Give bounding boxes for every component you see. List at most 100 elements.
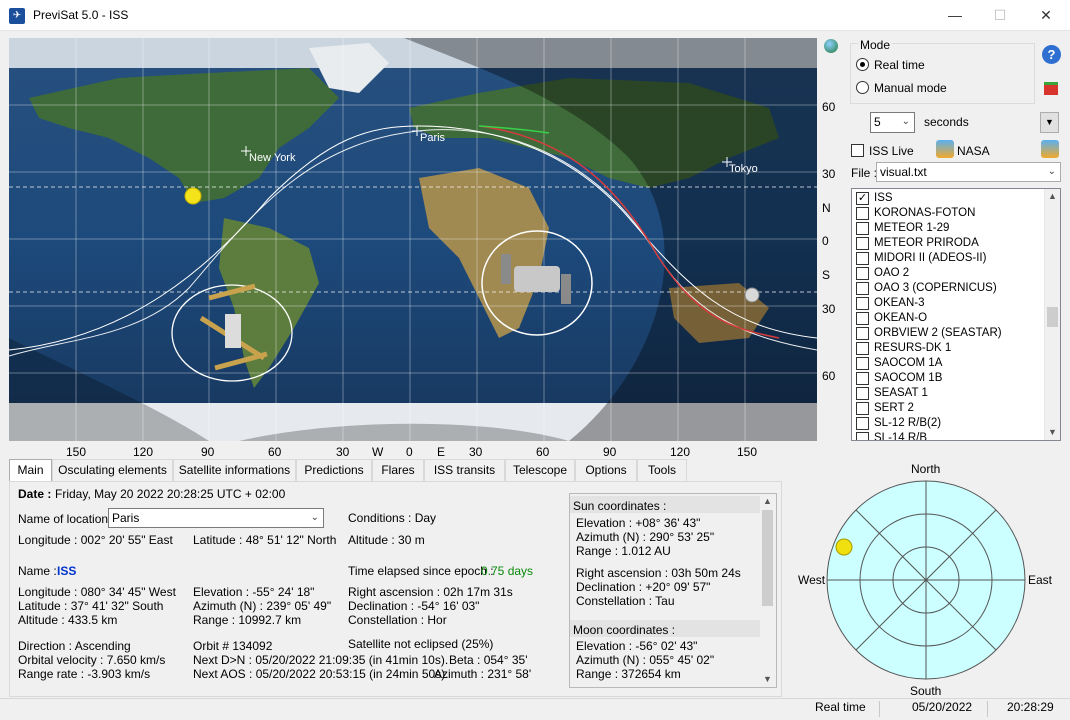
file-select[interactable]: visual.txt ⌄ xyxy=(876,162,1061,182)
satellite-constellation: Constellation : Hor xyxy=(348,613,447,627)
interval-value: 5 xyxy=(874,115,881,129)
checkbox[interactable] xyxy=(856,387,869,400)
coordinates-box[interactable]: Sun coordinates : Elevation : +08° 36' 4… xyxy=(569,493,777,688)
real-time-radio[interactable] xyxy=(856,58,869,71)
manual-mode-radio[interactable] xyxy=(856,81,869,94)
tab-flares[interactable]: Flares xyxy=(372,459,424,481)
moon-header: Moon coordinates : xyxy=(573,623,676,637)
lon-label: 60 xyxy=(268,445,282,459)
checkbox[interactable] xyxy=(856,222,869,235)
close-button[interactable]: ✕ xyxy=(1023,0,1069,31)
location-label: Name of location : xyxy=(18,512,115,526)
elapsed-value: 0.75 days xyxy=(481,564,534,578)
satellite-range: Range : 10992.7 km xyxy=(193,613,302,627)
sun-header: Sun coordinates : xyxy=(573,499,667,513)
range-rate: Range rate : -3.903 km/s xyxy=(18,667,151,681)
checkbox[interactable] xyxy=(856,327,869,340)
aos-azimuth: Azimuth : 231° 58' xyxy=(434,667,532,681)
checkbox[interactable] xyxy=(856,432,869,440)
status-date: 05/20/2022 xyxy=(912,700,973,714)
moon-elevation: Elevation : -56° 02' 43" xyxy=(576,639,698,653)
sun-azimuth: Azimuth (N) : 290° 53' 25" xyxy=(576,530,715,544)
checkbox[interactable] xyxy=(856,282,869,295)
checkbox[interactable] xyxy=(856,312,869,325)
observer-latitude: Latitude : 48° 51' 12" North xyxy=(193,533,337,547)
checkbox[interactable] xyxy=(856,207,869,220)
globe-icon[interactable] xyxy=(824,39,838,53)
tab-main[interactable]: Main xyxy=(9,459,52,482)
lon-label: 150 xyxy=(66,445,87,459)
tab-iss-transits[interactable]: ISS transits xyxy=(424,459,505,481)
app-icon: ✈ xyxy=(9,8,25,24)
lon-label: 90 xyxy=(201,445,215,459)
lat-label: 0 xyxy=(822,234,829,248)
real-time-label: Real time xyxy=(874,58,925,72)
coordinates-scrollbar[interactable]: ▲ ▼ xyxy=(760,494,776,687)
help-icon[interactable]: ? xyxy=(1042,45,1061,64)
iss-live-label: ISS Live xyxy=(869,144,914,158)
status-time: 20:28:29 xyxy=(1007,700,1054,714)
nasa-icon[interactable] xyxy=(936,140,954,158)
sky-east-label: East xyxy=(1028,573,1053,587)
lat-label: 30 xyxy=(822,167,836,181)
minimize-button[interactable]: — xyxy=(932,0,978,31)
checkbox[interactable] xyxy=(856,402,869,415)
satellite-declination: Declination : -54° 16' 03" xyxy=(348,599,480,613)
next-dn: Next D>N : 05/20/2022 21:09:35 (in 41min… xyxy=(193,653,449,667)
checkbox[interactable] xyxy=(856,237,869,250)
checkbox[interactable] xyxy=(856,252,869,265)
date-label: Date : xyxy=(18,487,52,501)
lat-label: 30 xyxy=(822,302,836,316)
status-mode: Real time xyxy=(815,700,866,714)
observer-longitude: Longitude : 002° 20' 55" East xyxy=(18,533,173,547)
checkbox[interactable] xyxy=(856,267,869,280)
checkbox[interactable] xyxy=(856,417,869,430)
satellite-azimuth: Azimuth (N) : 239° 05' 49" xyxy=(193,599,332,613)
tab-satellite-informations[interactable]: Satellite informations xyxy=(173,459,296,481)
sky-chart[interactable] xyxy=(826,477,1026,683)
lat-label: 60 xyxy=(822,369,836,383)
weather-icon[interactable] xyxy=(1041,140,1059,158)
lon-label: 120 xyxy=(133,445,154,459)
lon-label: 30 xyxy=(469,445,483,459)
interval-select[interactable]: 5 ⌄ xyxy=(870,112,915,133)
tab-tools[interactable]: Tools xyxy=(637,459,687,481)
gift-icon[interactable] xyxy=(1044,82,1058,95)
satellite-right-ascension: Right ascension : 02h 17m 31s xyxy=(348,585,513,599)
date-value: Friday, May 20 2022 20:28:25 UTC + 02:00 xyxy=(55,487,286,501)
elapsed-label: Time elapsed since epoch : xyxy=(348,564,494,578)
checkbox[interactable] xyxy=(856,372,869,385)
beta-angle: Beta : 054° 35' xyxy=(449,653,528,667)
tab-telescope[interactable]: Telescope xyxy=(505,459,575,481)
checkbox[interactable]: ✓ xyxy=(856,192,869,205)
nasa-label[interactable]: NASA xyxy=(957,144,990,158)
list-scrollbar[interactable]: ▲ ▼ xyxy=(1044,189,1060,440)
dropdown-button[interactable]: ▼ xyxy=(1040,112,1059,133)
chevron-down-icon: ⌄ xyxy=(901,116,910,127)
checkbox[interactable] xyxy=(856,357,869,370)
tab-osculating-elements[interactable]: Osculating elements xyxy=(52,459,173,481)
file-label: File : xyxy=(851,166,878,180)
tab-predictions[interactable]: Predictions xyxy=(296,459,372,481)
world-map[interactable]: New York Paris Tokyo xyxy=(9,38,817,441)
observer-altitude: Altitude : 30 m xyxy=(348,533,425,547)
iss-live-checkbox[interactable] xyxy=(851,144,864,157)
lon-label: 0 xyxy=(406,445,413,459)
lon-label: E xyxy=(437,445,446,459)
maximize-button[interactable]: ☐ xyxy=(977,0,1023,31)
manual-mode-label: Manual mode xyxy=(874,81,947,95)
location-value: Paris xyxy=(112,511,140,525)
sun-elevation: Elevation : +08° 36' 43" xyxy=(576,516,701,530)
checkbox[interactable] xyxy=(856,297,869,310)
file-value: visual.txt xyxy=(880,165,927,179)
checkbox[interactable] xyxy=(856,342,869,355)
satellite-altitude: Altitude : 433.5 km xyxy=(18,613,118,627)
satellite-list[interactable]: ✓ ISS KORONAS-FOTON METEOR 1-29 METEOR PR… xyxy=(851,188,1061,441)
tab-bar: Main Osculating elements Satellite infor… xyxy=(9,459,782,482)
chevron-down-icon: ⌄ xyxy=(1047,166,1056,177)
location-select[interactable]: Paris ⌄ xyxy=(108,508,324,528)
lat-label: S xyxy=(822,268,831,282)
direction: Direction : Ascending xyxy=(18,639,131,653)
mode-group-label: Mode xyxy=(858,38,893,52)
tab-options[interactable]: Options xyxy=(575,459,637,481)
